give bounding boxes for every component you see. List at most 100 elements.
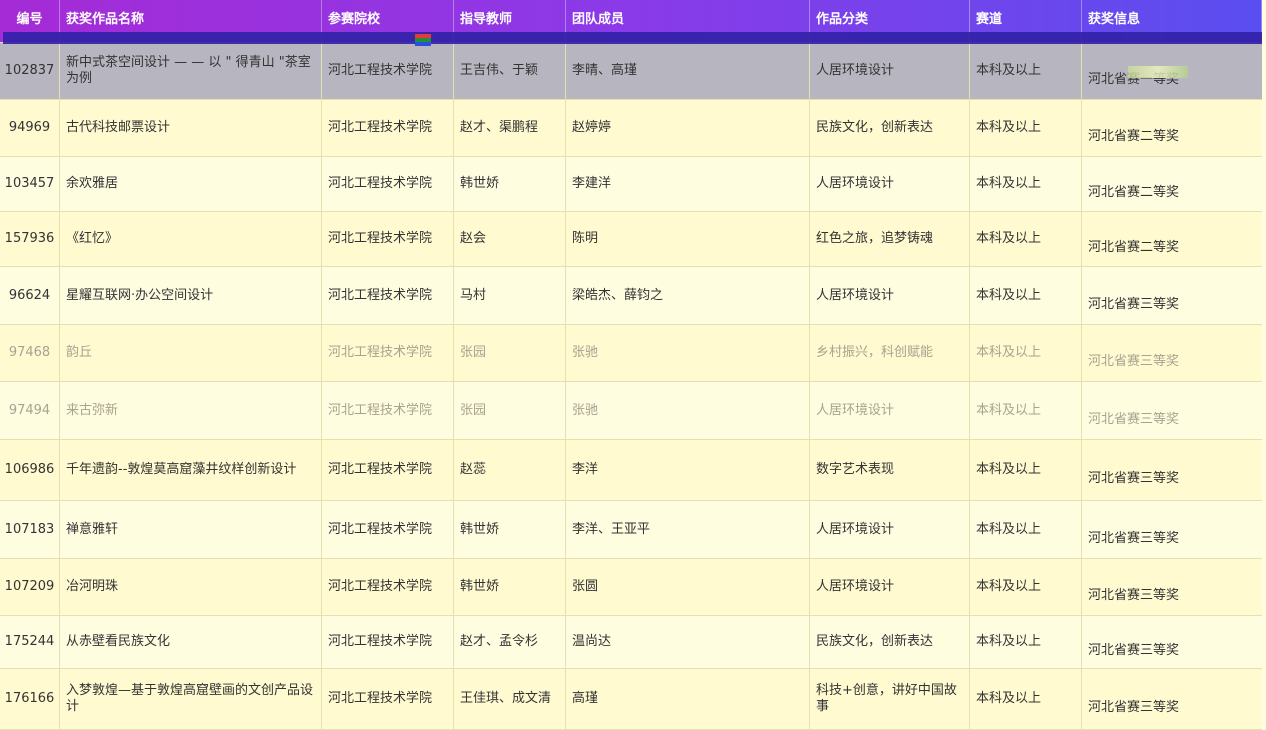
cell-category: 人居环境设计 xyxy=(810,559,970,615)
table-row: 94969 古代科技邮票设计 河北工程技术学院 赵才、渠鹏程 赵婷婷 民族文化，创新表达本… xyxy=(0,100,1262,157)
cell-title: 从赤壁看民族文化 xyxy=(60,616,322,668)
table-row: 102837 新中式茶空间设计 — — 以 " 得青山 "茶室为例 河北工程技术学院… xyxy=(0,43,1262,100)
table-row: 176166 入梦敦煌—基于敦煌高窟壁画的文创产品设计 河北工程技术学院 王佳琪、成文… xyxy=(0,669,1262,730)
table-row: 175244 从赤壁看民族文化 河北工程技术学院 赵才、孟令杉 温尚达 民族文化，创新表达… xyxy=(0,616,1262,669)
cell-track: 本科及以上 xyxy=(970,157,1082,211)
cell-id: 157936 xyxy=(0,212,60,266)
cell-track: 本科及以上 xyxy=(970,616,1082,668)
overlay-banner xyxy=(3,32,1262,44)
cell-award: 河北省赛三等奖 xyxy=(1082,267,1262,324)
cell-category: 人居环境设计 xyxy=(810,382,970,439)
cell-track: 本科及以上 xyxy=(970,43,1082,99)
cell-category: 人居环境设计 xyxy=(810,157,970,211)
cell-award: 河北省赛三等奖 xyxy=(1082,501,1262,558)
cell-track: 本科及以上 xyxy=(970,100,1082,156)
cell-id: 97468 xyxy=(0,325,60,381)
cell-track: 本科及以上 xyxy=(970,501,1082,558)
cell-id: 175244 xyxy=(0,616,60,668)
cell-advisor: 王佳琪、成文清 xyxy=(454,669,566,729)
cell-advisor: 韩世娇 xyxy=(454,157,566,211)
cell-advisor: 马村 xyxy=(454,267,566,324)
cell-category: 乡村振兴，科创赋能 xyxy=(810,325,970,381)
cell-school: 河北工程技术学院 xyxy=(322,157,454,211)
cell-advisor: 赵会 xyxy=(454,212,566,266)
cell-category: 人居环境设计 xyxy=(810,501,970,558)
cell-advisor: 赵蕊 xyxy=(454,440,566,500)
cell-title: 余欢雅居 xyxy=(60,157,322,211)
cell-title: 韵丘 xyxy=(60,325,322,381)
award-text: 河北省赛三等奖 xyxy=(1088,296,1180,312)
cell-award: 河北省赛三等奖 xyxy=(1082,559,1262,615)
cell-school: 河北工程技术学院 xyxy=(322,559,454,615)
cell-title: 古代科技邮票设计 xyxy=(60,100,322,156)
cell-members: 赵婷婷 xyxy=(566,100,810,156)
cell-members: 李建洋 xyxy=(566,157,810,211)
cell-members: 张圆 xyxy=(566,559,810,615)
cell-track: 本科及以上 xyxy=(970,382,1082,439)
cell-id: 94969 xyxy=(0,100,60,156)
cell-school: 河北工程技术学院 xyxy=(322,669,454,729)
cell-members: 张驰 xyxy=(566,382,810,439)
cell-school: 河北工程技术学院 xyxy=(322,43,454,99)
cell-title: 冶河明珠 xyxy=(60,559,322,615)
award-text: 河北省赛二等奖 xyxy=(1088,185,1180,200)
award-text: 河北省赛三等奖 xyxy=(1088,411,1180,427)
table-row: 106986 千年遗韵--敦煌莫高窟藻井纹样创新设计 河北工程技术学院 赵蕊 李洋 数字艺… xyxy=(0,440,1262,501)
award-text: 河北省赛三等奖 xyxy=(1088,354,1180,369)
cell-track: 本科及以上 xyxy=(970,669,1082,729)
cell-title: 来古弥新 xyxy=(60,382,322,439)
cell-members: 李洋、王亚平 xyxy=(566,501,810,558)
cell-title: 入梦敦煌—基于敦煌高窟壁画的文创产品设计 xyxy=(60,669,322,729)
cell-category: 民族文化，创新表达 xyxy=(810,100,970,156)
cell-id: 96624 xyxy=(0,267,60,324)
table-body: 102837 新中式茶空间设计 — — 以 " 得青山 "茶室为例 河北工程技术学院… xyxy=(0,43,1262,730)
cell-track: 本科及以上 xyxy=(970,325,1082,381)
cell-track: 本科及以上 xyxy=(970,559,1082,615)
table-row: 97494 来古弥新 河北工程技术学院 张园 张驰 人居环境设计 本科及以上 河北省赛三等奖 xyxy=(0,382,1262,440)
cell-id: 102837 xyxy=(0,43,60,99)
cell-id: 106986 xyxy=(0,440,60,500)
cell-category: 红色之旅，追梦铸魂 xyxy=(810,212,970,266)
cell-category: 民族文化，创新表达 xyxy=(810,616,970,668)
cell-members: 陈明 xyxy=(566,212,810,266)
cell-school: 河北工程技术学院 xyxy=(322,382,454,439)
cell-school: 河北工程技术学院 xyxy=(322,616,454,668)
cell-category: 科技+创意，讲好中国故事 xyxy=(810,669,970,729)
cell-members: 张驰 xyxy=(566,325,810,381)
cell-title: 《红忆》 xyxy=(60,212,322,266)
cell-award: 河北省赛二等奖 xyxy=(1082,212,1262,266)
cell-advisor: 赵才、渠鹏程 xyxy=(454,100,566,156)
cell-members: 温尚达 xyxy=(566,616,810,668)
cell-id: 97494 xyxy=(0,382,60,439)
cell-track: 本科及以上 xyxy=(970,267,1082,324)
award-text: 河北省赛二等奖 xyxy=(1088,240,1180,255)
cell-title: 禅意雅轩 xyxy=(60,501,322,558)
cell-school: 河北工程技术学院 xyxy=(322,100,454,156)
award-text: 河北省赛三等奖 xyxy=(1088,588,1180,603)
cell-id: 176166 xyxy=(0,669,60,729)
cell-advisor: 王吉伟、于颖 xyxy=(454,43,566,99)
cell-members: 李晴、高瑾 xyxy=(566,43,810,99)
table-row: 107209 冶河明珠 河北工程技术学院 韩世娇 张圆 人居环境设计 本科及以上 河北省赛三等… xyxy=(0,559,1262,616)
cell-members: 李洋 xyxy=(566,440,810,500)
cell-advisor: 韩世娇 xyxy=(454,501,566,558)
cell-award: 河北省赛三等奖 xyxy=(1082,325,1262,381)
cell-award: 河北省赛三等奖 xyxy=(1082,382,1262,439)
table-row: 107183 禅意雅轩 河北工程技术学院 韩世娇 李洋、王亚平 人居环境设计 本科及以上 河北… xyxy=(0,501,1262,559)
cell-award: 河北省赛三等奖 xyxy=(1082,616,1262,668)
cell-school: 河北工程技术学院 xyxy=(322,325,454,381)
award-text: 河北省赛三等奖 xyxy=(1088,700,1180,715)
cell-members: 梁皓杰、薛钧之 xyxy=(566,267,810,324)
cell-track: 本科及以上 xyxy=(970,212,1082,266)
cell-category: 数字艺术表现 xyxy=(810,440,970,500)
cell-school: 河北工程技术学院 xyxy=(322,501,454,558)
cell-title: 新中式茶空间设计 — — 以 " 得青山 "茶室为例 xyxy=(60,43,322,99)
glitch-marker xyxy=(1128,66,1188,78)
award-text: 河北省赛二等奖 xyxy=(1088,129,1180,144)
cell-advisor: 张园 xyxy=(454,325,566,381)
cell-award: 河北省赛二等奖 xyxy=(1082,100,1262,156)
cell-award: 河北省赛三等奖 xyxy=(1082,440,1262,500)
cell-advisor: 张园 xyxy=(454,382,566,439)
cell-title: 星耀互联网·办公空间设计 xyxy=(60,267,322,324)
cell-title: 千年遗韵--敦煌莫高窟藻井纹样创新设计 xyxy=(60,440,322,500)
